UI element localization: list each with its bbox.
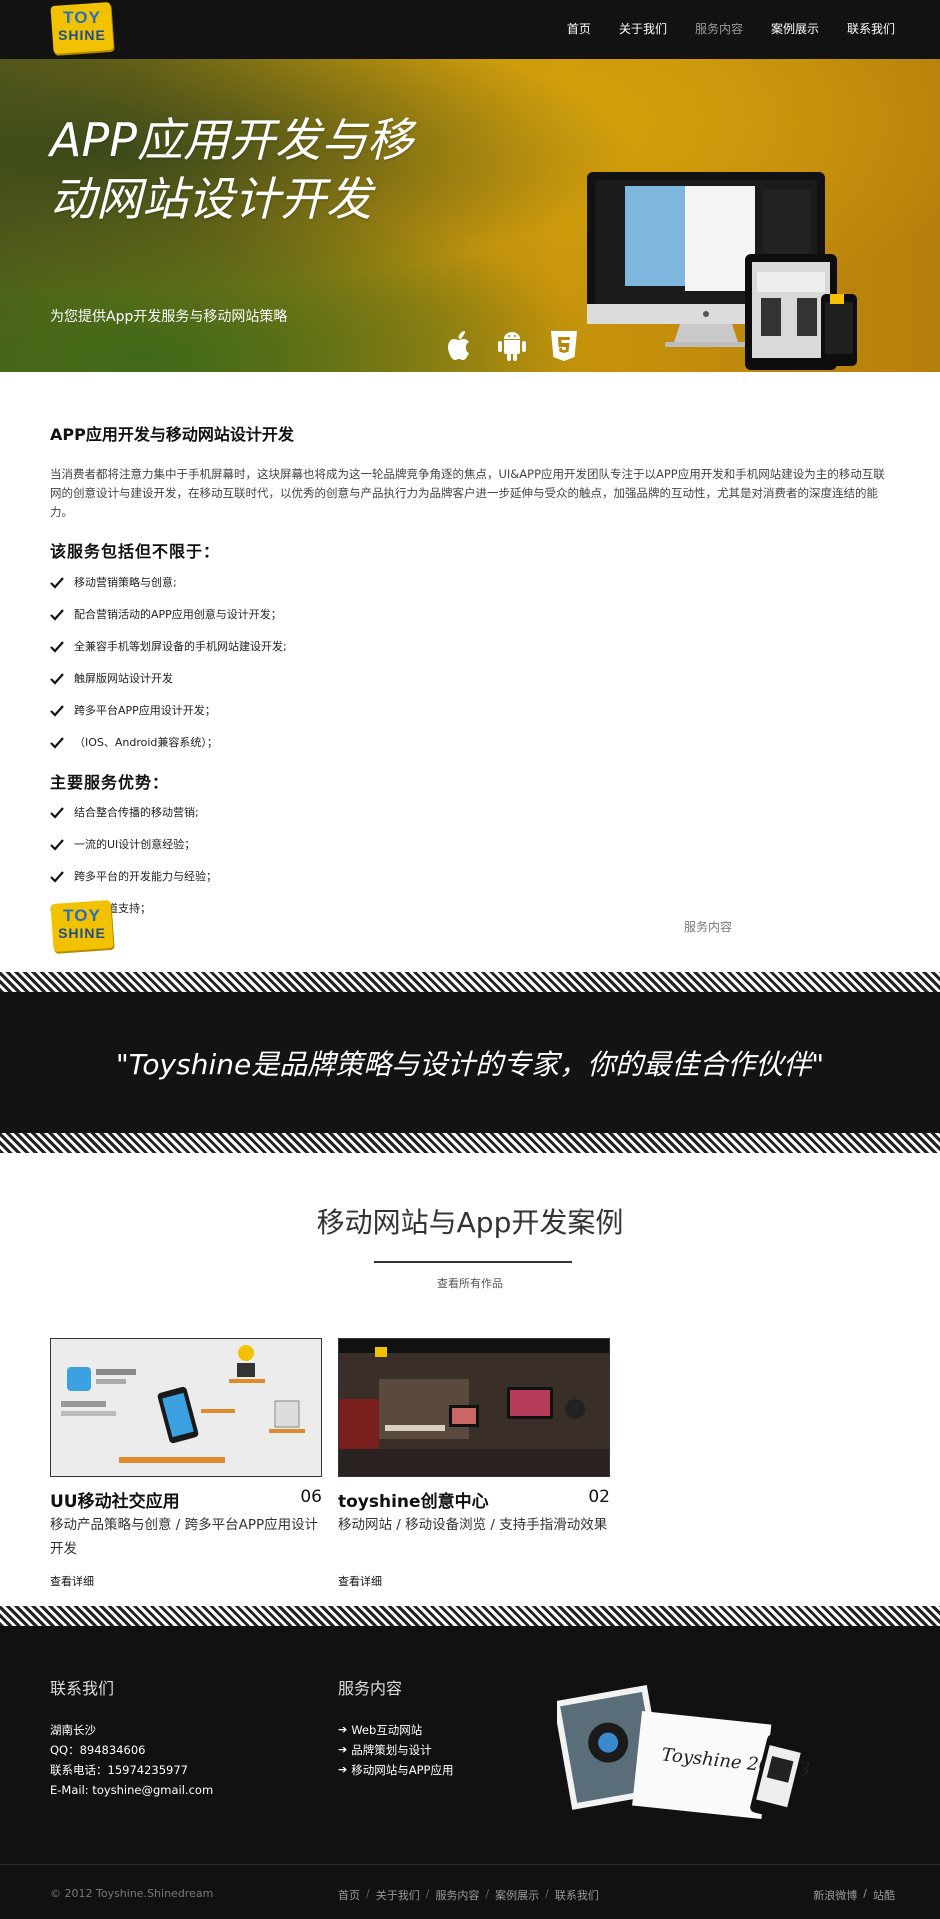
check-icon: [50, 737, 64, 749]
html5-icon: [551, 331, 577, 361]
list-item: 一流的UI设计创意经验；: [50, 835, 890, 867]
hero-banner: APP应用开发与移动网站设计开发 为您提供App开发服务与移动网站策略: [0, 59, 940, 372]
portfolio-card[interactable]: UU移动社交应用 06 移动产品策略与创意 / 跨多平台APP应用设计开发 查看…: [50, 1338, 322, 1588]
bottom-bar: © 2012 Toyshine.Shinedream 首页 / 关于我们 / 服务内…: [0, 1864, 940, 1919]
list-item: （IOS、Android兼容系统）；: [50, 733, 890, 765]
footer-contact-title: 联系我们: [50, 1679, 115, 1698]
toyshine-site-thumbnail: [339, 1339, 609, 1476]
check-icon: [50, 705, 64, 717]
advantages-heading: 主要服务优势：: [50, 773, 170, 792]
list-item: 跨多平台的开发能力与经验；: [50, 867, 890, 899]
portfolio-title: 移动网站与App开发案例: [316, 1206, 624, 1239]
apple-icon: [448, 331, 469, 360]
check-icon: [50, 673, 64, 685]
advantages-list: 结合整合传播的移动营销; 一流的UI设计创意经验； 跨多平台的开发能力与经验； …: [50, 803, 890, 931]
check-icon: [50, 641, 64, 653]
check-icon: [50, 871, 64, 883]
hero-title: APP应用开发与移动网站设计开发: [50, 113, 413, 226]
contact-qq: QQ：894834606: [50, 1743, 146, 1757]
contact-phone: 联系电话：15974235977: [50, 1763, 188, 1777]
card-details-link[interactable]: 查看详细: [338, 1573, 382, 1589]
footer-service-link[interactable]: ➔ Web互动网站: [338, 1720, 453, 1740]
stripe-divider: [0, 1133, 940, 1153]
footer-services-title: 服务内容: [338, 1679, 403, 1698]
card-count: 02: [588, 1487, 610, 1507]
bottom-nav-cases[interactable]: 案例展示: [495, 1887, 539, 1903]
top-nav-bar: TOY SHINE 首页 关于我们 服务内容 案例展示 联系我们: [0, 0, 940, 59]
check-icon: [50, 839, 64, 851]
section-heading: APP应用开发与移动网站设计开发: [50, 425, 294, 444]
services-list: 移动营销策略与创意; 配合营销活动的APP应用创意与设计开发； 全兼容手机等划屏…: [50, 573, 890, 765]
list-item: 移动营销策略与创意;: [50, 573, 890, 605]
zcool-link[interactable]: 站酷: [873, 1887, 895, 1903]
bottom-nav-services[interactable]: 服务内容: [435, 1887, 479, 1903]
contact-info: 湖南长沙 QQ：894834606 联系电话：15974235977 E-Mai…: [50, 1720, 213, 1800]
services-footer-label[interactable]: 服务内容: [684, 918, 732, 935]
title-underline: [374, 1261, 572, 1263]
card-description: 移动产品策略与创意 / 跨多平台APP应用设计开发: [50, 1517, 319, 1557]
check-icon: [50, 609, 64, 621]
list-item: 推广渠道支持；: [50, 899, 890, 931]
check-icon: [50, 577, 64, 589]
bottom-nav-contact[interactable]: 联系我们: [555, 1887, 599, 1903]
nav-services[interactable]: 服务内容: [695, 20, 743, 37]
card-title[interactable]: UU移动社交应用: [50, 1487, 180, 1512]
nav-cases[interactable]: 案例展示: [771, 20, 819, 37]
check-icon: [50, 807, 64, 819]
quote-text: "Toyshine是品牌策略与设计的专家，你的最佳合作伙伴": [115, 1047, 825, 1081]
view-all-link[interactable]: 查看所有作品: [0, 1275, 940, 1291]
contact-email[interactable]: E-Mail: toyshine@gmail.com: [50, 1780, 213, 1800]
card-thumbnail[interactable]: [338, 1338, 610, 1477]
footer-service-link[interactable]: ➔ 移动网站与APP应用: [338, 1760, 453, 1780]
footer-service-link[interactable]: ➔ 品牌策划与设计: [338, 1740, 453, 1760]
list-item: 跨多平台APP应用设计开发；: [50, 701, 890, 733]
card-thumbnail[interactable]: [50, 1338, 322, 1477]
card-count: 06: [300, 1487, 322, 1507]
copyright: © 2012 Toyshine.Shinedream: [50, 1887, 214, 1900]
weibo-link[interactable]: 新浪微博: [813, 1887, 857, 1903]
list-item: 全兼容手机等划屏设备的手机网站建设开发;: [50, 637, 890, 669]
service-content: APP应用开发与移动网站设计开发 当消费者都将注意力集中于手机屏幕时，这块屏幕也…: [0, 372, 940, 972]
toyshine-logo[interactable]: TOY SHINE: [50, 1, 114, 55]
bottom-nav-home[interactable]: 首页: [338, 1887, 360, 1903]
stripe-divider: [0, 972, 940, 992]
contact-city: 湖南长沙: [50, 1723, 96, 1737]
stripe-divider: [0, 1606, 940, 1626]
card-details-link[interactable]: 查看详细: [50, 1573, 94, 1589]
android-icon: [498, 332, 526, 361]
bottom-nav: 首页 / 关于我们 / 服务内容 / 案例展示 / 联系我们: [338, 1887, 599, 1903]
arrow-right-icon: ➔: [338, 1763, 348, 1776]
uu-app-thumbnail: [51, 1339, 321, 1476]
list-item: 结合整合传播的移动营销;: [50, 803, 890, 835]
footer-services-list: ➔ Web互动网站 ➔ 品牌策划与设计 ➔ 移动网站与APP应用: [338, 1720, 453, 1780]
footer-photo-collage: Toyshine 2013.3: [557, 1685, 811, 1820]
card-description: 移动网站 / 移动设备浏览 / 支持手指滑动效果: [338, 1517, 608, 1533]
quote-band: "Toyshine是品牌策略与设计的专家，你的最佳合作伙伴": [0, 992, 940, 1133]
arrow-right-icon: ➔: [338, 1723, 348, 1736]
social-links: 新浪微博 / 站酷: [813, 1887, 895, 1903]
hero-subtitle: 为您提供App开发服务与移动网站策略: [50, 309, 288, 325]
site-footer: 联系我们 服务内容 湖南长沙 QQ：894834606 联系电话：1597423…: [0, 1626, 940, 1864]
services-heading: 该服务包括但不限于：: [50, 542, 221, 561]
portfolio-card[interactable]: toyshine创意中心 02 移动网站 / 移动设备浏览 / 支持手指滑动效果…: [338, 1338, 610, 1588]
arrow-right-icon: ➔: [338, 1743, 348, 1756]
list-item: 触屏版网站设计开发: [50, 669, 890, 701]
card-title[interactable]: toyshine创意中心: [338, 1487, 489, 1512]
nav-home[interactable]: 首页: [567, 20, 591, 37]
devices-illustration: [587, 172, 857, 370]
intro-paragraph: 当消费者都将注意力集中于手机屏幕时，这块屏幕也将成为这一轮品牌竞争角逐的焦点，U…: [50, 467, 885, 519]
bottom-nav-about[interactable]: 关于我们: [376, 1887, 420, 1903]
nav-contact[interactable]: 联系我们: [847, 20, 895, 37]
nav-about[interactable]: 关于我们: [619, 20, 667, 37]
main-nav: 首页 关于我们 服务内容 案例展示 联系我们: [567, 20, 895, 37]
list-item: 配合营销活动的APP应用创意与设计开发；: [50, 605, 890, 637]
toyshine-logo-small[interactable]: TOY SHINE: [50, 899, 114, 953]
portfolio-section: 移动网站与App开发案例 查看所有作品 UU移动社交应用 06 移动产品策略与创…: [0, 1153, 940, 1606]
